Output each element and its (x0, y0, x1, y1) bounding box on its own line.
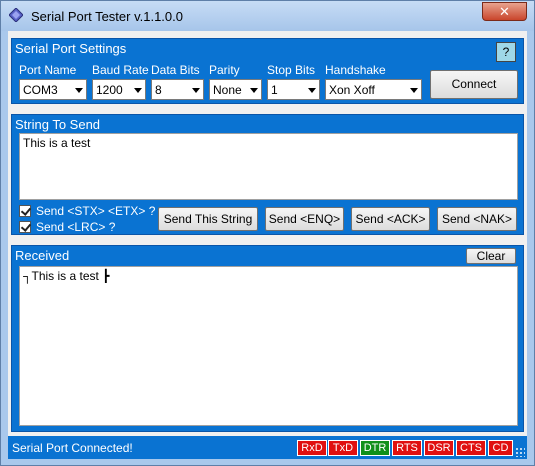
stop-bits-select[interactable]: 1 (267, 79, 320, 100)
parity-value: None (213, 83, 242, 97)
send-this-string-button[interactable]: Send This String (158, 207, 258, 231)
lrc-label: Send <LRC> ? (36, 220, 116, 234)
string-to-send-title: String To Send (15, 117, 101, 132)
received-panel: Received Clear ┐This is a test ┣ (11, 245, 524, 432)
received-text-output[interactable]: ┐This is a test ┣ (19, 266, 518, 426)
handshake-value: Xon Xoff (329, 83, 375, 97)
signal-indicator-cts: CTS (456, 440, 486, 456)
port-name-select[interactable]: COM3 (19, 79, 87, 100)
port-name-label: Port Name (19, 63, 77, 77)
send-text-input[interactable]: This is a test (19, 133, 518, 200)
received-title: Received (15, 248, 70, 263)
connection-status: Serial Port Connected! (12, 441, 133, 455)
signal-indicator-rxd: RxD (297, 440, 327, 456)
stop-bits-value: 1 (271, 83, 278, 97)
stx-etx-checkbox[interactable]: Send <STX> <ETX> ? (19, 204, 155, 218)
stop-bits-label: Stop Bits (267, 63, 316, 77)
app-icon (9, 8, 23, 22)
status-bar: Serial Port Connected! RxD TxD DTR RTS DSR CT… (8, 436, 527, 459)
client-area: Serial Port Settings ? Port Name COM3 Ba… (8, 31, 527, 459)
serial-settings-title: Serial Port Settings (15, 41, 127, 56)
port-name-value: COM3 (23, 83, 58, 97)
send-nak-button[interactable]: Send <NAK> (437, 207, 517, 231)
send-ack-button[interactable]: Send <ACK> (351, 207, 430, 231)
stx-etx-label: Send <STX> <ETX> ? (36, 204, 156, 218)
lrc-checkbox[interactable]: Send <LRC> ? (19, 220, 119, 234)
serial-settings-panel: Serial Port Settings ? Port Name COM3 Ba… (11, 38, 524, 104)
chevron-down-icon (75, 88, 83, 93)
signal-indicator-rts: RTS (392, 440, 422, 456)
checkmark-icon (19, 205, 31, 217)
checkmark-icon (19, 221, 31, 233)
baud-rate-value: 1200 (96, 83, 123, 97)
string-to-send-panel: String To Send This is a test Send <STX>… (11, 114, 524, 235)
help-button[interactable]: ? (496, 42, 516, 62)
baud-rate-label: Baud Rate (92, 63, 149, 77)
chevron-down-icon (410, 88, 418, 93)
baud-rate-select[interactable]: 1200 (92, 79, 146, 100)
signal-indicator-cd: CD (488, 440, 513, 456)
data-bits-label: Data Bits (151, 63, 200, 77)
window-title: Serial Port Tester v.1.1.0.0 (31, 9, 183, 24)
resize-grip-icon[interactable] (515, 447, 525, 457)
parity-label: Parity (209, 63, 240, 77)
signal-indicator-dsr: DSR (424, 440, 454, 456)
chevron-down-icon (250, 88, 258, 93)
chevron-down-icon (134, 88, 142, 93)
close-button[interactable]: ✕ (482, 2, 527, 21)
send-enq-button[interactable]: Send <ENQ> (265, 207, 344, 231)
handshake-select[interactable]: Xon Xoff (325, 79, 422, 100)
title-bar[interactable]: Serial Port Tester v.1.1.0.0 ✕ (1, 1, 534, 31)
chevron-down-icon (308, 88, 316, 93)
signal-indicator-dtr: DTR (360, 440, 390, 456)
parity-select[interactable]: None (209, 79, 262, 100)
data-bits-select[interactable]: 8 (151, 79, 204, 100)
chevron-down-icon (192, 88, 200, 93)
app-window: Serial Port Tester v.1.1.0.0 ✕ Serial Po… (0, 0, 535, 466)
signal-indicator-txd: TxD (328, 440, 358, 456)
handshake-label: Handshake (325, 63, 386, 77)
clear-button[interactable]: Clear (466, 248, 516, 264)
data-bits-value: 8 (155, 83, 162, 97)
connect-button[interactable]: Connect (430, 70, 518, 99)
